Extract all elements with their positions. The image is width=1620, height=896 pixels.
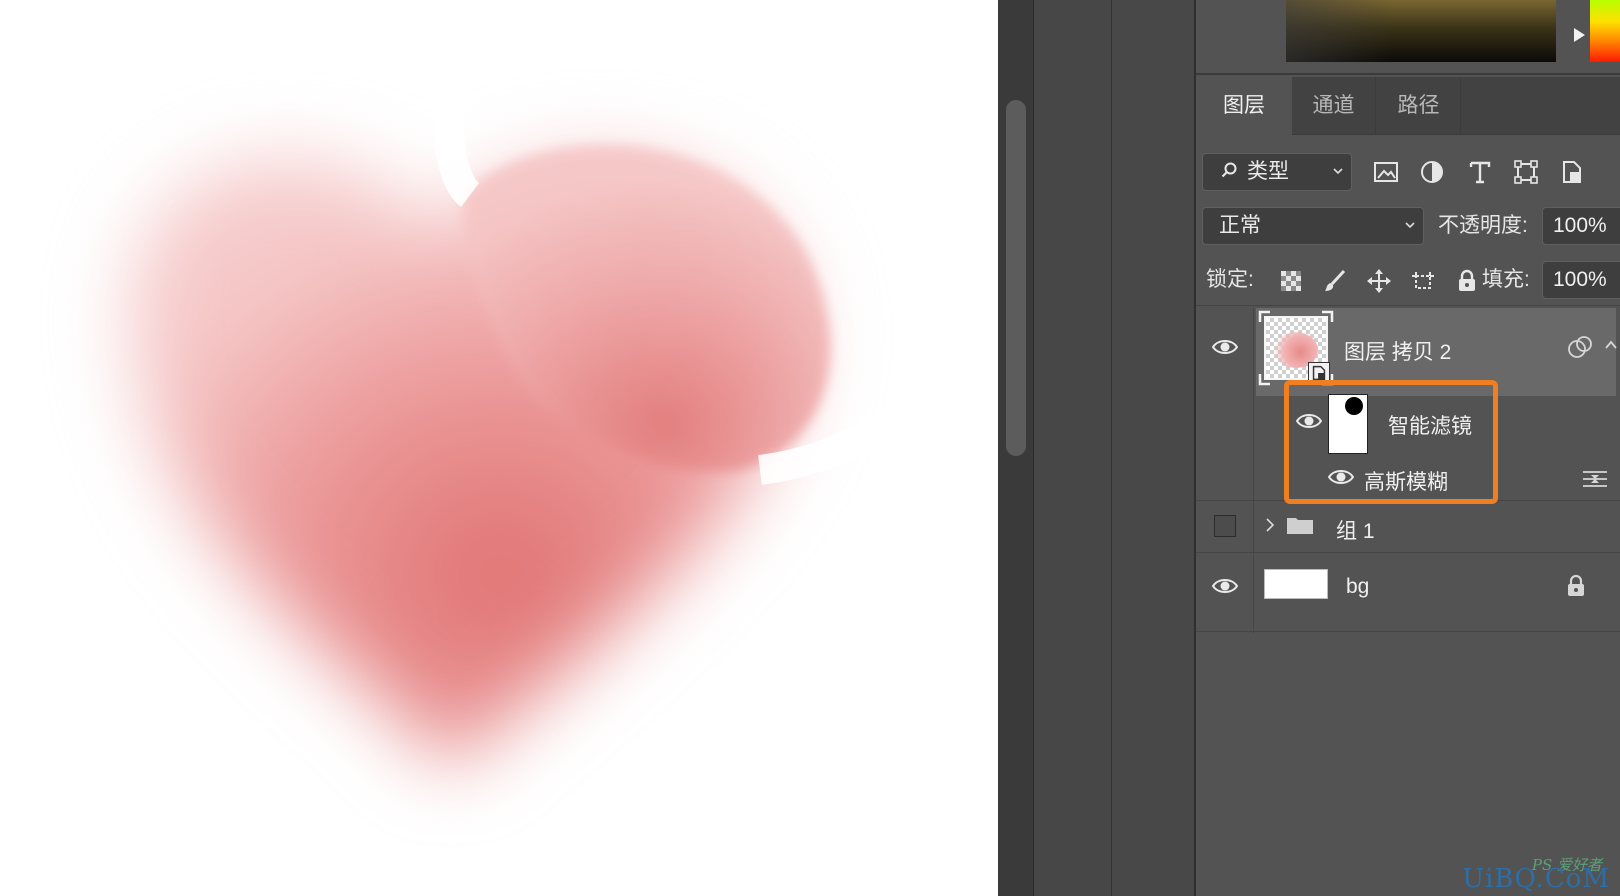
chevron-right-icon[interactable] [1264,517,1276,533]
layer-name[interactable]: 图层 拷贝 2 [1344,336,1451,366]
watermark-main-text: UiBQ.CoM [1462,864,1610,894]
panel-dock-column [1034,0,1112,896]
type-filter-icon[interactable] [1466,159,1494,185]
lock-label: 锁定: [1206,268,1254,291]
lock-image-pixels-brush-icon[interactable] [1322,268,1348,294]
fill-input[interactable]: 100% [1542,261,1620,299]
layer-name[interactable]: 组 1 [1336,515,1375,545]
lock-all-icon[interactable] [1454,268,1480,294]
smart-filter-options-icon[interactable] [1566,334,1594,360]
layers-list: 图层 拷贝 2 智能滤镜 高斯模糊 组 1 bg [1196,308,1620,896]
opacity-input[interactable]: 100% [1542,207,1620,245]
blend-mode-dropdown[interactable]: 正常 [1202,207,1424,245]
opacity-label: 不透明度: [1438,214,1528,237]
tab-paths[interactable]: 路径 [1377,77,1461,135]
photoshop-window: 图层 通道 路径 类型 正常 不透明度: 100% 锁定: 填充: 100% 图… [0,0,1620,896]
layer-thumbnail[interactable] [1264,569,1328,599]
canvas-vertical-scrollbar[interactable] [998,0,1034,896]
visibility-toggle-empty[interactable] [1214,515,1236,537]
blend-mode-row: 正常 不透明度: 100% [1196,200,1620,252]
lock-transparent-pixels-icon[interactable] [1278,268,1304,294]
scrollbar-thumb[interactable] [1006,100,1026,456]
tab-channels[interactable]: 通道 [1292,77,1376,135]
lock-position-move-icon[interactable] [1366,268,1392,294]
site-watermark: PS 爱好者 UiBQ.CoM [1444,854,1614,894]
panel-dock-column [1112,0,1196,896]
hue-slider-marker-icon[interactable] [1574,28,1585,42]
layers-panel-area: 图层 通道 路径 类型 正常 不透明度: 100% 锁定: 填充: 100% 图… [1196,0,1620,896]
smart-object-filter-icon[interactable] [1558,159,1586,185]
lock-row: 锁定: 填充: 100% [1196,254,1620,306]
layer-filter-row: 类型 [1196,145,1620,197]
image-filter-icon[interactable] [1372,159,1400,185]
panel-tabs: 图层 通道 路径 [1196,77,1620,135]
filter-type-label: 类型 [1247,160,1289,183]
document-canvas[interactable] [0,0,998,896]
eye-icon[interactable] [1212,338,1238,356]
chevron-down-icon [1405,222,1415,229]
eye-icon[interactable] [1212,577,1238,595]
chevron-up-icon[interactable] [1604,338,1618,352]
layer-row[interactable]: bg [1196,552,1620,633]
fill-label: 填充: [1482,268,1530,291]
blending-options-icon[interactable] [1582,468,1608,490]
folder-icon [1287,518,1313,534]
color-picker-panel [1196,0,1620,75]
search-icon [1221,162,1237,178]
adjustment-filter-icon[interactable] [1418,159,1446,185]
hue-slider[interactable] [1590,0,1620,62]
blend-mode-value: 正常 [1219,214,1261,237]
layer-name[interactable]: bg [1346,575,1369,599]
lock-icon[interactable] [1564,573,1588,599]
color-field[interactable] [1286,0,1556,62]
shape-filter-icon[interactable] [1512,159,1540,185]
sharp-heart-fragment [0,0,998,896]
tab-layers[interactable]: 图层 [1196,77,1292,135]
visibility-column [1196,396,1254,500]
lock-artboard-icon[interactable] [1410,268,1436,294]
chevron-down-icon [1333,168,1343,175]
filter-type-dropdown[interactable]: 类型 [1202,153,1352,191]
layer-row[interactable]: 组 1 [1196,500,1620,553]
annotation-highlight-box [1284,380,1498,504]
